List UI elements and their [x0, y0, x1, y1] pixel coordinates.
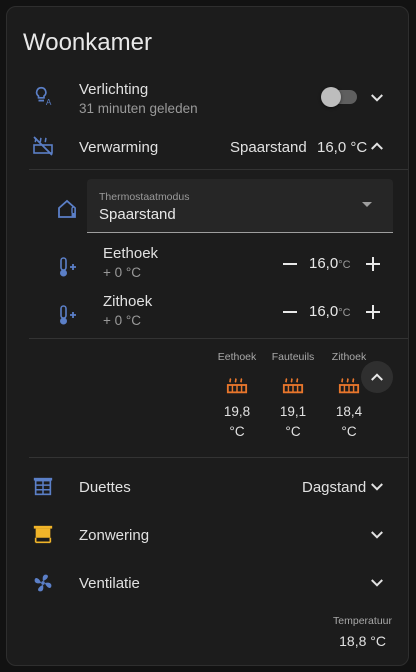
divider — [29, 169, 408, 170]
sensor-unit: °C — [285, 424, 301, 439]
sensor-unit: °C — [341, 424, 357, 439]
minus-icon[interactable] — [281, 255, 299, 273]
toggle-thumb — [321, 87, 341, 107]
radiator-icon — [226, 378, 248, 394]
radiator-icon — [338, 378, 360, 394]
divider — [29, 338, 408, 339]
chevron-down-icon[interactable] — [368, 526, 386, 544]
radiator-icon — [282, 378, 304, 394]
dropdown-arrow-icon — [362, 202, 372, 207]
plus-icon[interactable] — [364, 303, 382, 321]
select-label: Thermostaatmodus — [99, 191, 190, 203]
radiator-off-icon — [33, 136, 53, 156]
chevron-down-icon[interactable] — [368, 478, 386, 496]
collapse-button[interactable] — [361, 361, 393, 393]
sensor-value: 19,1 — [279, 404, 307, 419]
verlichting-row[interactable]: A Verlichting 31 minuten geleden — [7, 71, 408, 121]
duettes-value: Dagstand — [302, 479, 367, 496]
plus-icon[interactable] — [364, 255, 382, 273]
duettes-label: Duettes — [79, 479, 131, 496]
zone-row: Eethoek + 0 °C 16,0°C — [7, 243, 408, 287]
thermometer-plus-icon — [60, 257, 76, 277]
sensor-item: Fauteuils 19,1 °C — [263, 351, 323, 442]
chevron-down-icon[interactable] — [368, 89, 386, 107]
sensor-label: Eethoek — [217, 351, 257, 363]
chevron-down-icon[interactable] — [368, 574, 386, 592]
sensor-value: 19,8 — [223, 404, 251, 419]
sensor-item: Eethoek 19,8 °C — [207, 351, 267, 442]
verwarming-label: Verwarming — [79, 139, 159, 156]
zone-value-unit: °C — [338, 307, 351, 319]
zone-value: 16,0°C — [309, 255, 351, 273]
sensor-group: Eethoek 19,8 °C Fauteuils 19,1 °C Zithoe… — [207, 351, 377, 451]
sensor-label: Fauteuils — [271, 351, 315, 363]
select-value: Spaarstand — [99, 206, 176, 223]
zonwering-label: Zonwering — [79, 527, 150, 544]
zone-sub: + 0 °C — [103, 313, 142, 328]
zone-row: Zithoek + 0 °C 16,0°C — [7, 291, 408, 335]
fan-icon — [34, 574, 52, 592]
ventilatie-row[interactable]: Ventilatie — [7, 563, 408, 603]
window-shutter-icon — [33, 477, 53, 496]
room-card: Woonkamer A Verlichting 31 minuten geled… — [6, 6, 409, 666]
duettes-row[interactable]: Duettes Dagstand — [7, 467, 408, 507]
awning-icon — [33, 525, 53, 544]
home-thermometer-icon — [58, 199, 76, 218]
zone-value-unit: °C — [338, 259, 351, 271]
verwarming-temp: 16,0 °C — [317, 139, 368, 156]
chevron-up-icon[interactable] — [368, 137, 386, 155]
verwarming-row[interactable]: Verwarming Spaarstand 16,0 °C — [7, 125, 408, 165]
verwarming-mode: Spaarstand — [230, 139, 307, 156]
sensor-unit: °C — [229, 424, 245, 439]
zone-value-number: 16,0 — [309, 255, 339, 272]
thermostat-mode-select[interactable]: Thermostaatmodus Spaarstand — [87, 179, 393, 233]
zone-name: Zithoek — [103, 293, 153, 310]
verlichting-label: Verlichting — [79, 81, 149, 98]
zone-value-number: 16,0 — [309, 303, 339, 320]
footer-label: Temperatuur — [333, 615, 392, 627]
chevron-up-icon — [371, 373, 383, 381]
zonwering-row[interactable]: Zonwering — [7, 515, 408, 555]
svg-text:A: A — [46, 98, 52, 107]
verlichting-toggle[interactable] — [321, 87, 357, 107]
thermometer-plus-icon — [60, 305, 76, 325]
card-title: Woonkamer — [23, 29, 152, 56]
divider — [29, 457, 408, 458]
lightbulb-auto-icon: A — [35, 86, 52, 107]
zone-sub: + 0 °C — [103, 265, 142, 280]
sensor-value: 18,4 — [335, 404, 363, 419]
zone-name: Eethoek — [103, 245, 159, 262]
minus-icon[interactable] — [281, 303, 299, 321]
verlichting-sub: 31 minuten geleden — [79, 101, 198, 116]
zone-value: 16,0°C — [309, 303, 351, 321]
ventilatie-label: Ventilatie — [79, 575, 140, 592]
footer-value: 18,8 °C — [339, 633, 386, 649]
